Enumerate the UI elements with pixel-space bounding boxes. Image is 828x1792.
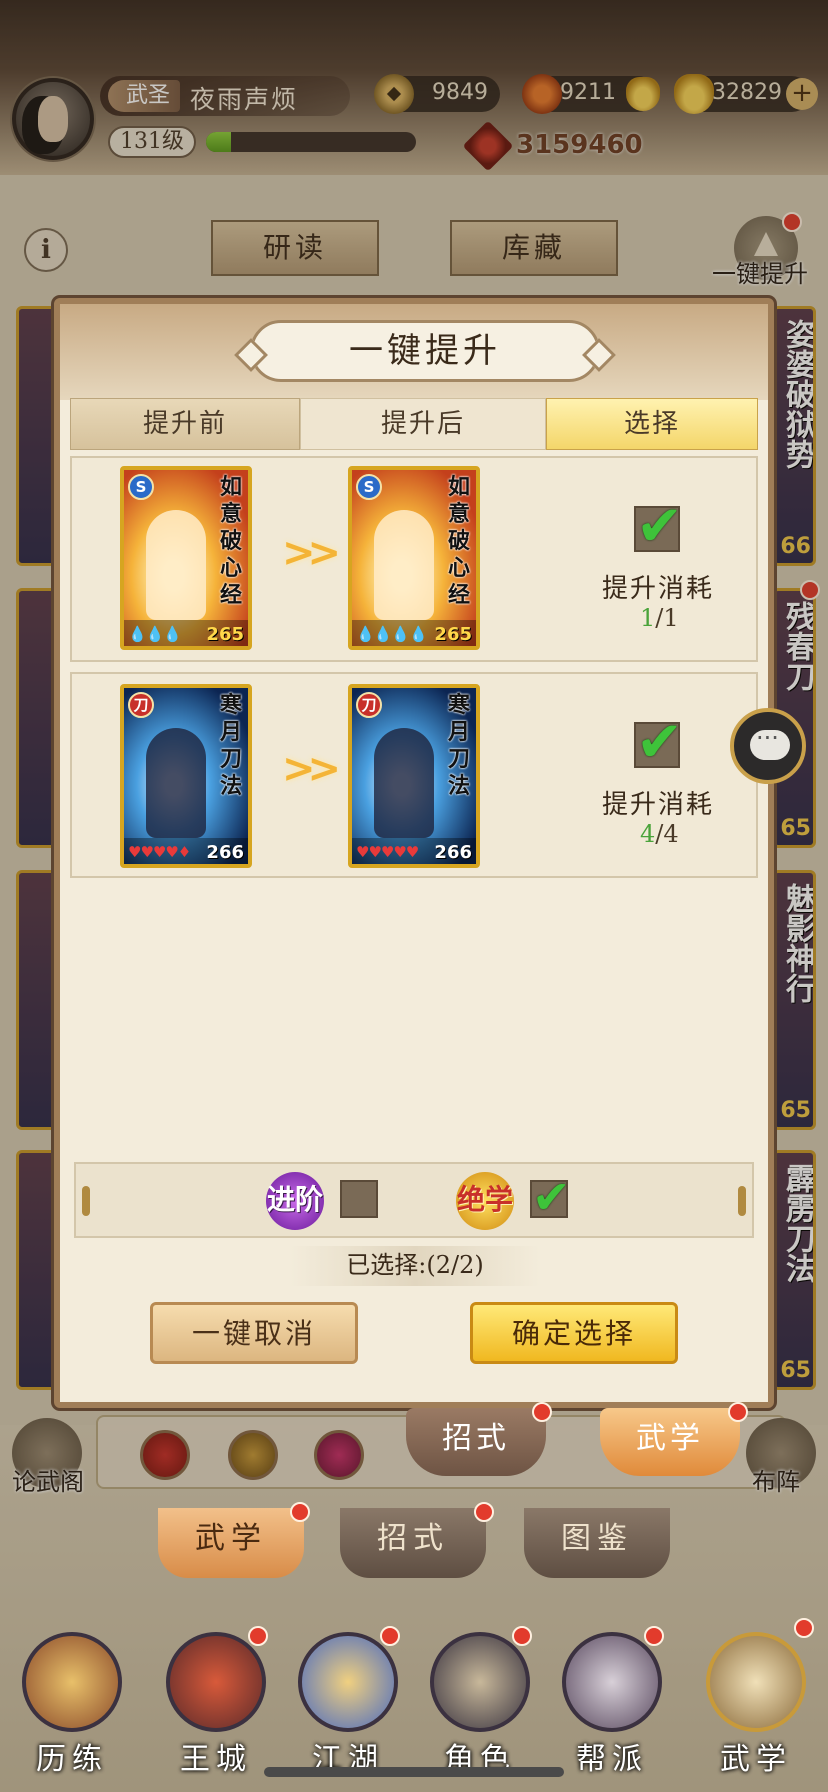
royal-city-icon bbox=[166, 1632, 266, 1732]
home-indicator[interactable] bbox=[264, 1767, 564, 1777]
cost-value: 1/1 bbox=[640, 604, 679, 632]
notification-dot bbox=[728, 1402, 748, 1422]
card-art bbox=[374, 510, 434, 620]
nav-guild[interactable]: 帮派 bbox=[552, 1618, 672, 1788]
guild-icon bbox=[562, 1632, 662, 1732]
cost-need: /4 bbox=[655, 820, 679, 848]
card-gems: ♥♥♥♥♦ bbox=[128, 843, 191, 861]
pin-icon bbox=[738, 1186, 746, 1216]
cancel-all-button[interactable]: 一键取消 bbox=[150, 1302, 358, 1364]
card-rank-badge: S bbox=[128, 474, 154, 500]
cost-need: /1 bbox=[655, 604, 679, 632]
notification-dot bbox=[532, 1402, 552, 1422]
tab-moves[interactable]: 招式 bbox=[406, 1408, 546, 1476]
nav-martial-arts[interactable]: 武学 bbox=[696, 1618, 816, 1788]
card-level: 266 bbox=[206, 842, 244, 863]
selected-count: 已选择:(2/2) bbox=[290, 1246, 540, 1286]
chat-icon bbox=[750, 724, 790, 760]
upgrade-arrow-icon: >> bbox=[282, 530, 341, 576]
scroll-icon bbox=[706, 1632, 806, 1732]
card-rank-badge: 刀 bbox=[356, 692, 382, 718]
jianghu-icon bbox=[298, 1632, 398, 1732]
nav-label: 帮派 bbox=[576, 1742, 648, 1777]
filter-bar: 进阶 绝学 ✔ bbox=[74, 1162, 754, 1238]
nav-label: 王城 bbox=[180, 1742, 252, 1777]
chat-button[interactable] bbox=[730, 708, 806, 784]
card-art bbox=[146, 728, 206, 838]
card-rank-badge: 刀 bbox=[128, 692, 154, 718]
card-name: 如意破心经 bbox=[219, 474, 242, 608]
card-name: 如意破心经 bbox=[447, 474, 470, 608]
cost-label: 提升消耗 bbox=[602, 574, 715, 604]
card-gems: 💧💧💧 bbox=[128, 625, 182, 643]
nav-character[interactable]: 角色 bbox=[420, 1618, 540, 1788]
subtab-martial-arts[interactable]: 武学 bbox=[158, 1508, 304, 1578]
card-name: 寒月刀法 bbox=[219, 692, 242, 799]
confirm-selection-button[interactable]: 确定选择 bbox=[470, 1302, 678, 1364]
advance-checkbox[interactable] bbox=[340, 1180, 378, 1218]
card-art bbox=[374, 728, 434, 838]
column-after: 提升后 bbox=[300, 398, 546, 450]
cost-have: 1 bbox=[640, 604, 656, 632]
card-name: 寒月刀法 bbox=[447, 692, 470, 799]
ultimate-badge: 绝学 bbox=[456, 1172, 514, 1230]
card-level: 265 bbox=[434, 624, 472, 645]
nav-training[interactable]: 历练 bbox=[12, 1618, 132, 1788]
nav-label: 历练 bbox=[36, 1742, 108, 1777]
tab-martial-arts[interactable]: 武学 bbox=[600, 1408, 740, 1476]
subtab-moves[interactable]: 招式 bbox=[340, 1508, 486, 1578]
pin-icon bbox=[82, 1186, 90, 1216]
notification-dot bbox=[380, 1626, 400, 1646]
card-level: 265 bbox=[206, 624, 244, 645]
card-gems: ♥♥♥♥♥ bbox=[356, 843, 419, 861]
notification-dot bbox=[290, 1502, 310, 1522]
row-1-checkbox[interactable]: ✔ bbox=[634, 494, 683, 559]
card-before[interactable]: S 如意破心经 💧💧💧 265 bbox=[120, 466, 252, 650]
notification-dot bbox=[474, 1502, 494, 1522]
column-before: 提升前 bbox=[70, 398, 300, 450]
subtab-codex[interactable]: 图鉴 bbox=[524, 1508, 670, 1578]
upgrade-arrow-icon: >> bbox=[282, 746, 341, 792]
cost-value: 4/4 bbox=[640, 820, 679, 848]
card-art bbox=[146, 510, 206, 620]
checkmark-icon: ✔ bbox=[532, 1170, 571, 1224]
notification-dot bbox=[644, 1626, 664, 1646]
nav-royal-city[interactable]: 王城 bbox=[156, 1618, 276, 1788]
cost-have: 4 bbox=[640, 820, 656, 848]
card-gems: 💧💧💧💧 bbox=[356, 625, 428, 643]
card-after[interactable]: S 如意破心经 💧💧💧💧 265 bbox=[348, 466, 480, 650]
row-2-checkbox[interactable]: ✔ bbox=[634, 710, 683, 775]
cost-label: 提升消耗 bbox=[602, 790, 715, 820]
ultimate-checkbox[interactable]: ✔ bbox=[530, 1170, 571, 1224]
nav-label: 武学 bbox=[720, 1742, 792, 1777]
notification-dot bbox=[794, 1618, 814, 1638]
notification-dot bbox=[248, 1626, 268, 1646]
checkmark-icon: ✔ bbox=[636, 710, 683, 775]
card-rank-badge: S bbox=[356, 474, 382, 500]
nav-jianghu[interactable]: 江湖 bbox=[288, 1618, 408, 1788]
card-before[interactable]: 刀 寒月刀法 ♥♥♥♥♦ 266 bbox=[120, 684, 252, 868]
card-level: 266 bbox=[434, 842, 472, 863]
checkmark-icon: ✔ bbox=[636, 494, 683, 559]
advance-badge: 进阶 bbox=[266, 1172, 324, 1230]
column-select: 选择 bbox=[546, 398, 758, 450]
notification-dot bbox=[512, 1626, 532, 1646]
training-icon bbox=[22, 1632, 122, 1732]
dialog-title: 一键提升 bbox=[250, 320, 600, 382]
character-icon bbox=[430, 1632, 530, 1732]
card-after[interactable]: 刀 寒月刀法 ♥♥♥♥♥ 266 bbox=[348, 684, 480, 868]
